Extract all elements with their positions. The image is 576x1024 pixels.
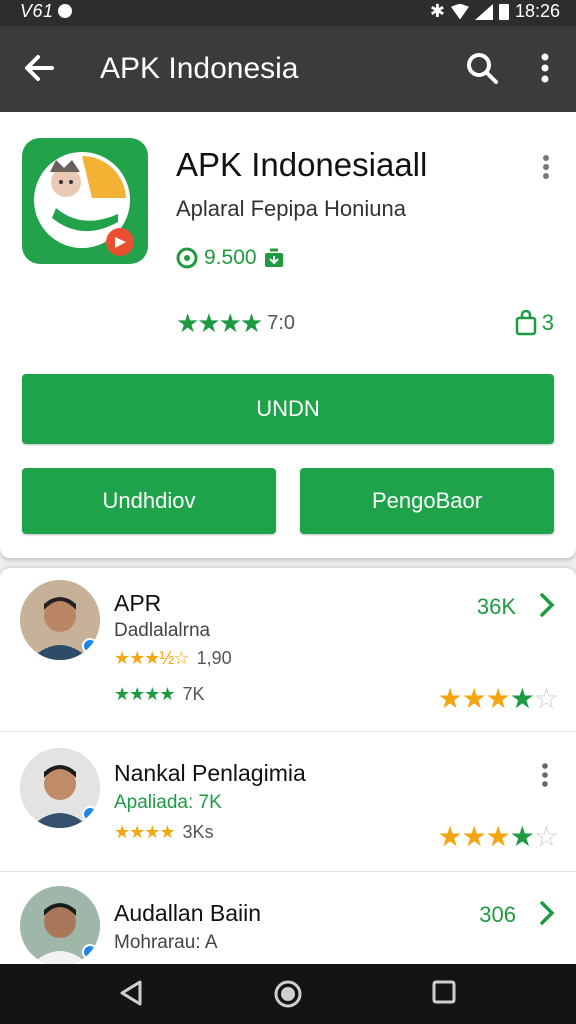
avatar [20, 580, 100, 660]
card-more-icon[interactable] [534, 152, 558, 182]
status-notification-icon [57, 4, 72, 18]
avatar [20, 886, 100, 966]
rating-stars-icon: ★★★★ [176, 308, 263, 338]
status-right: ✱ 18:26 [430, 1, 560, 22]
app-developer: Aplaral Fepipa Honiuna [176, 196, 406, 221]
more-vert-icon[interactable] [528, 48, 562, 88]
list-item-count: 36K [476, 594, 516, 619]
system-nav-bar [0, 964, 576, 1024]
list-item-rating: ★★★½☆ 1,90 [114, 648, 232, 669]
more-vert-icon[interactable] [538, 762, 552, 788]
small-stars-icon: ★★★½☆ [114, 648, 190, 668]
downloads-value: 3 [541, 310, 554, 335]
app-logo-icon [22, 138, 148, 264]
bag-icon [515, 310, 536, 336]
status-time: 18:26 [514, 1, 560, 21]
list-item-rating: ★★★★ 3Ks [114, 822, 214, 843]
app-detail-card: APK Indonesiaall Aplaral Fepipa Honiuna … [0, 112, 576, 558]
status-carrier-text: V61 [20, 1, 54, 21]
square-recents-icon[interactable] [430, 978, 458, 1006]
list-item[interactable]: APR Dadlalalrna ★★★½☆ 1,90 ★★★★ 7K 36K ★… [0, 568, 576, 732]
triangle-back-icon[interactable] [116, 978, 146, 1008]
chevron-right-icon[interactable] [538, 592, 556, 618]
big-rating-stars-icon: ★★★ ★ ☆ [437, 683, 559, 714]
list-item-count: 306 [479, 902, 516, 927]
list-item-name: Audallan Baiin [114, 900, 262, 926]
big-rating-stars-icon: ★★★ ★ ☆ [437, 821, 559, 852]
signal-icon [474, 3, 493, 20]
bluetooth-icon: ✱ [429, 1, 445, 21]
download-box-icon [264, 248, 283, 267]
small-stars-icon: ★★★★ [114, 684, 176, 704]
verified-badge-icon [82, 944, 98, 960]
verified-badge-icon [82, 638, 98, 654]
app-downloads: 3 [514, 310, 554, 336]
small-stars-icon: ★★★★ [114, 822, 176, 842]
verified-badge-icon [82, 806, 98, 822]
open-button[interactable]: PengoBaor [300, 468, 554, 534]
rating-count: 1,90 [196, 648, 232, 668]
app-price: 9.500 [176, 246, 285, 270]
rating-count: 7K [182, 684, 205, 704]
battery-icon [498, 3, 509, 20]
status-bar: V61 ✱ 18:26 [0, 0, 576, 26]
rating-count: 3Ks [182, 822, 214, 842]
app-price-value: 9.500 [204, 246, 257, 269]
list-item-rating-2: ★★★★ 7K [114, 684, 205, 705]
app-bar: APK Indonesia [0, 26, 576, 112]
status-left: V61 [20, 1, 72, 22]
search-icon[interactable] [462, 48, 502, 88]
rating-value: 7:0 [267, 312, 296, 334]
list-item-name: Nankal Penlagimia [114, 760, 306, 786]
list-item-subtitle: Dadlalalrna [114, 620, 211, 641]
app-bar-title: APK Indonesia [100, 52, 299, 85]
list-item-subtitle: Apaliada: 7K [114, 792, 222, 813]
uninstall-button[interactable]: Undhdiov [22, 468, 276, 534]
install-button[interactable]: UNDN [22, 374, 554, 444]
arrow-left-icon[interactable] [20, 48, 60, 88]
app-rating: ★★★★ 7:0 [176, 308, 295, 339]
circle-home-icon[interactable] [272, 978, 304, 1010]
list-item-subtitle: Mohrarau: A [114, 932, 218, 953]
list-item[interactable]: Nankal Penlagimia Apaliada: 7K ★★★★ 3Ks … [0, 732, 576, 872]
review-list-card: APR Dadlalalrna ★★★½☆ 1,90 ★★★★ 7K 36K ★… [0, 568, 576, 968]
avatar [20, 748, 100, 828]
list-item[interactable]: Audallan Baiin Mohrarau: A 306 [0, 872, 576, 968]
coin-icon [176, 247, 198, 269]
list-item-name: APR [114, 590, 162, 616]
app-title: APK Indonesiaall [176, 146, 428, 183]
wifi-icon [450, 3, 469, 20]
chevron-right-icon[interactable] [538, 900, 556, 926]
